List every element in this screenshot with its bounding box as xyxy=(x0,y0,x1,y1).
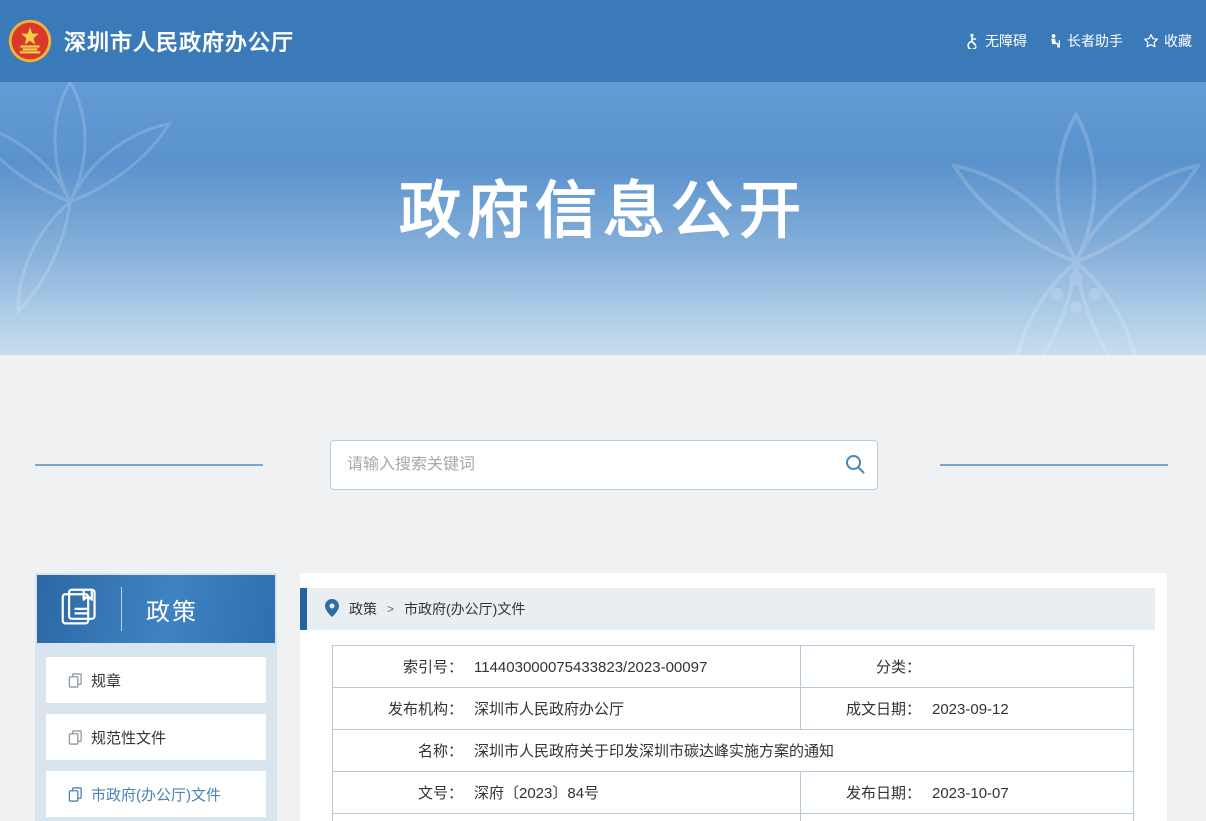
table-cell xyxy=(801,814,1134,821)
lower-section: 政策 规章规范性文件市政府(办公厅)文件 政策>市政府(办公厅)文件 索引号：1… xyxy=(0,355,1206,821)
table-row: 文号： 深府〔2023〕84号 发布日期： 2023-10-07 xyxy=(333,772,1134,814)
field-label: 发布日期： xyxy=(801,782,921,803)
sidebar-items: 规章规范性文件市政府(办公厅)文件 xyxy=(35,645,277,817)
decorative-line-left xyxy=(35,464,263,466)
sidebar-item[interactable]: 规范性文件 xyxy=(46,714,266,760)
sidebar-item-label: 市政府(办公厅)文件 xyxy=(91,784,221,805)
document-info-table: 索引号：114403000075433823/2023-00097分类：发布机构… xyxy=(332,645,1134,821)
field-value: 深圳市人民政府关于印发深圳市碳达峰实施方案的通知 xyxy=(474,743,834,760)
national-emblem-icon xyxy=(8,19,52,63)
field-label: 索引号： xyxy=(333,656,463,677)
table-row: 发布机构： 深圳市人民政府办公厅 成文日期： 2023-09-12 xyxy=(333,688,1134,730)
field-label: 成文日期： xyxy=(801,698,921,719)
sidebar-title: 政策 xyxy=(146,592,198,627)
search-box xyxy=(330,440,878,490)
util-link-star[interactable]: 收藏 xyxy=(1143,31,1192,51)
site-title: 深圳市人民政府办公厅 xyxy=(64,25,294,57)
field-value: 深府〔2023〕84号 xyxy=(474,785,599,802)
util-link-elder[interactable]: 长者助手 xyxy=(1047,31,1123,51)
table-cell: 发布机构： 深圳市人民政府办公厅 xyxy=(333,688,801,730)
book-icon xyxy=(59,587,101,632)
sidebar-item-label: 规章 xyxy=(91,670,121,691)
breadcrumb: 政策 > 市政府(办公厅)文件 xyxy=(300,588,1167,630)
search-icon xyxy=(844,453,866,478)
field-label: 发布机构： xyxy=(333,698,463,719)
breadcrumb-strip: 政策 > 市政府(办公厅)文件 xyxy=(307,588,1155,630)
breadcrumb-link[interactable]: 政策 xyxy=(349,599,377,619)
util-link-accessibility[interactable]: 无障碍 xyxy=(964,31,1027,51)
table-cell: 名称： 深圳市人民政府关于印发深圳市碳达峰实施方案的通知 xyxy=(333,730,1134,772)
breadcrumb-separator: > xyxy=(387,602,394,616)
doc-icon xyxy=(68,787,83,802)
page: 深圳市人民政府办公厅 无障碍 长者助手 收藏 政府信息公开 xyxy=(0,0,1206,821)
table-row-cutoff xyxy=(333,814,1134,821)
star-icon xyxy=(1143,33,1159,49)
sidebar-item-label: 规范性文件 xyxy=(91,727,166,748)
table-cell: 文号： 深府〔2023〕84号 xyxy=(333,772,801,814)
header-divider xyxy=(121,587,122,631)
table-row: 名称： 深圳市人民政府关于印发深圳市碳达峰实施方案的通知 xyxy=(333,730,1134,772)
search-button[interactable] xyxy=(833,441,877,489)
breadcrumb-items: 政策 > 市政府(办公厅)文件 xyxy=(349,599,525,619)
site-logo-home-link[interactable]: 深圳市人民政府办公厅 xyxy=(8,19,294,63)
page-title: 政府信息公开 xyxy=(0,160,1206,250)
main-panel: 政策 > 市政府(办公厅)文件 索引号： 114403000075433823/202… xyxy=(300,573,1167,821)
decorative-line-right xyxy=(940,464,1168,466)
breadcrumb-accent-bar xyxy=(300,588,307,630)
top-header: 深圳市人民政府办公厅 无障碍 长者助手 收藏 xyxy=(0,0,1206,82)
table-cell: 索引号： 114403000075433823/2023-00097 xyxy=(333,646,801,688)
sidebar-item[interactable]: 市政府(办公厅)文件 xyxy=(46,771,266,817)
accessibility-icon xyxy=(964,33,980,49)
util-label: 收藏 xyxy=(1164,31,1192,51)
field-label: 名称： xyxy=(333,740,463,761)
field-value: 114403000075433823/2023-00097 xyxy=(474,659,707,676)
util-label: 无障碍 xyxy=(985,31,1027,51)
field-value: 2023-10-07 xyxy=(932,785,1009,802)
util-label: 长者助手 xyxy=(1067,31,1123,51)
table-cell: 成文日期： 2023-09-12 xyxy=(801,688,1134,730)
sidebar-header: 政策 xyxy=(37,575,275,643)
banner: 政府信息公开 xyxy=(0,82,1206,355)
breadcrumb-current: 市政府(办公厅)文件 xyxy=(404,599,525,619)
table-row: 索引号： 114403000075433823/2023-00097 分类： xyxy=(333,646,1134,688)
search-input[interactable] xyxy=(331,456,833,474)
table-cell xyxy=(333,814,801,821)
field-label: 文号： xyxy=(333,782,463,803)
table-cell: 发布日期： 2023-10-07 xyxy=(801,772,1134,814)
field-label: 分类： xyxy=(801,656,921,677)
field-value: 2023-09-12 xyxy=(932,701,1009,718)
elder-icon xyxy=(1047,33,1062,49)
field-value: 深圳市人民政府办公厅 xyxy=(474,701,624,718)
doc-icon xyxy=(68,673,83,688)
table-cell: 分类： xyxy=(801,646,1134,688)
sidebar-item[interactable]: 规章 xyxy=(46,657,266,703)
location-pin-icon xyxy=(325,599,339,620)
doc-icon xyxy=(68,730,83,745)
header-utils: 无障碍 长者助手 收藏 xyxy=(964,31,1192,51)
sidebar: 政策 规章规范性文件市政府(办公厅)文件 xyxy=(35,573,277,821)
